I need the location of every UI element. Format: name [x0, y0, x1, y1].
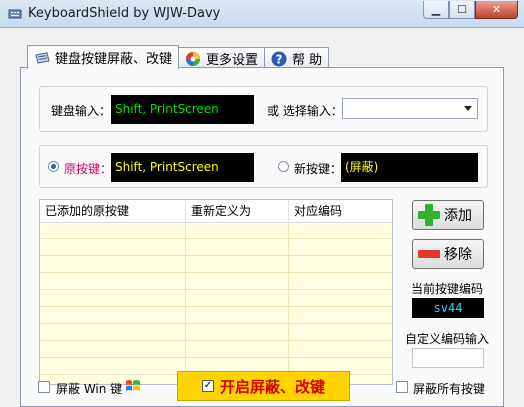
color-wheel-icon: [186, 51, 201, 66]
grid-line: [40, 255, 392, 256]
start-block-label: 开启屏蔽、改键: [219, 377, 325, 396]
keyboard-input-field[interactable]: Shift, PrintScreen: [111, 95, 254, 124]
tab-bar: 键盘按键屏蔽、改键 更多设置 ? 帮 助: [27, 45, 330, 69]
column-header-redefined[interactable]: 重新定义为: [186, 200, 289, 222]
tab-key-block[interactable]: 键盘按键屏蔽、改键: [27, 45, 180, 69]
start-checkbox-checked-icon: ✓: [201, 380, 214, 392]
current-code-label: 当前按键编码: [411, 282, 484, 296]
custom-code-input[interactable]: [412, 348, 484, 368]
tab-more-settings-label: 更多设置: [206, 53, 259, 68]
original-key-label: 原按键：: [64, 162, 113, 176]
minus-icon: [418, 250, 440, 258]
new-key-field[interactable]: (屏蔽): [341, 153, 478, 182]
grid-line: [40, 323, 392, 324]
remove-button-label: 移除: [444, 247, 472, 263]
tab-help[interactable]: ? 帮 助: [264, 47, 330, 69]
tab-help-label: 帮 助: [292, 53, 323, 68]
maximize-button[interactable]: ☐: [449, 1, 475, 19]
minimize-button[interactable]: ▁: [423, 1, 449, 19]
grid-line: [40, 238, 392, 239]
keyboard-input-label: 键盘输入：: [51, 104, 112, 118]
minimize-icon: ▁: [431, 3, 441, 16]
grid-line: [40, 357, 392, 358]
close-button[interactable]: ✕: [475, 1, 518, 19]
tab-key-block-label: 键盘按键屏蔽、改键: [55, 52, 173, 67]
grid-line: [40, 340, 392, 341]
start-block-button[interactable]: ✓ 开启屏蔽、改键: [177, 371, 350, 401]
window-controls: ▁ ☐ ✕: [423, 1, 518, 20]
custom-code-label: 自定义编码输入: [405, 332, 490, 346]
keyboard-icon: [35, 51, 50, 64]
original-key-field[interactable]: Shift, PrintScreen: [111, 153, 254, 182]
block-all-checkbox[interactable]: [396, 381, 408, 393]
grid-line: [40, 272, 392, 273]
block-all-label: 屏蔽所有按键: [413, 382, 486, 396]
column-header-original[interactable]: 已添加的原按键: [40, 200, 186, 222]
remove-button[interactable]: 移除: [412, 239, 484, 269]
plus-icon: [418, 204, 440, 226]
tab-more-settings[interactable]: 更多设置: [178, 47, 266, 69]
close-icon: ✕: [491, 3, 502, 16]
grid-line: [288, 222, 289, 384]
mapping-table[interactable]: 已添加的原按键 重新定义为 对应编码: [39, 199, 393, 385]
new-key-radio[interactable]: [278, 161, 289, 172]
svg-text:?: ?: [276, 52, 283, 66]
help-icon: ?: [271, 51, 287, 66]
select-input-label: 或 选择输入：: [267, 104, 343, 118]
windows-logo-icon: [126, 380, 140, 391]
add-button-label: 添加: [444, 208, 472, 224]
title-bar: KeyboardShield by WJW-Davy ▁ ☐ ✕: [0, 0, 524, 28]
window-title: KeyboardShield by WJW-Davy: [28, 6, 221, 21]
grid-line: [185, 222, 186, 384]
chevron-down-icon: [464, 106, 472, 111]
table-header: 已添加的原按键 重新定义为 对应编码: [40, 200, 392, 223]
grid-line: [40, 306, 392, 307]
block-win-checkbox[interactable]: [38, 381, 50, 393]
app-icon: [8, 9, 22, 19]
original-key-radio[interactable]: [48, 161, 59, 172]
current-code-display: sv44: [412, 298, 484, 318]
new-key-label: 新按键：: [294, 162, 343, 176]
select-input-dropdown[interactable]: [342, 98, 478, 119]
maximize-icon: ☐: [457, 3, 467, 16]
add-button[interactable]: 添加: [412, 200, 484, 230]
column-header-code[interactable]: 对应编码: [289, 200, 392, 222]
grid-line: [40, 289, 392, 290]
block-win-label: 屏蔽 Win 键: [56, 382, 123, 396]
